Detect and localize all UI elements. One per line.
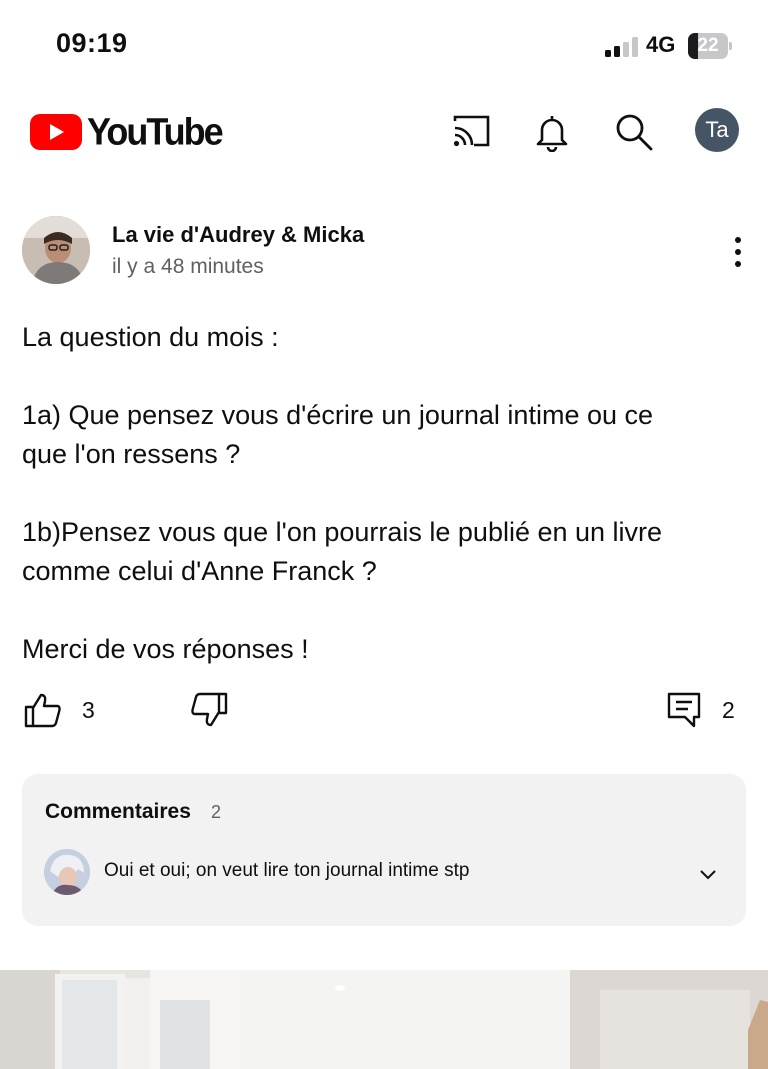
signal-icon	[605, 37, 638, 57]
next-post-image[interactable]	[0, 970, 768, 1069]
battery-level: 22	[697, 35, 719, 56]
logo-text: YouTube	[87, 109, 224, 153]
channel-avatar[interactable]	[22, 216, 90, 284]
post-text-line: 1a) Que pensez vous d'écrire un journal …	[22, 400, 654, 430]
status-time: 09:19	[56, 28, 128, 58]
commenter-avatar	[44, 849, 90, 895]
comment-icon	[667, 692, 701, 728]
post-timestamp: il y a 48 minutes	[112, 255, 264, 278]
like-button[interactable]: 3	[24, 690, 95, 730]
top-comment-text: Oui et oui; on veut lire ton journal int…	[104, 860, 470, 881]
thumb-up-icon	[24, 693, 61, 728]
comments-count: 2	[211, 802, 222, 822]
chevron-down-icon[interactable]	[696, 862, 720, 886]
post-text-line: que l'on ressens ?	[22, 439, 241, 469]
battery-icon: 22	[688, 33, 734, 59]
more-options-icon[interactable]	[726, 234, 750, 270]
post-text-line: Merci de vos réponses !	[22, 634, 309, 664]
thumb-down-icon	[191, 692, 228, 727]
play-logo-icon	[30, 114, 82, 150]
comments-title: Commentaires	[45, 800, 191, 823]
post-text-line: La question du mois :	[22, 322, 279, 352]
dislike-button[interactable]	[190, 690, 228, 730]
cast-icon[interactable]	[452, 112, 492, 152]
comments-button[interactable]: 2	[666, 690, 735, 730]
search-icon[interactable]	[614, 112, 654, 152]
post-text-line: comme celui d'Anne Franck ?	[22, 556, 377, 586]
account-avatar[interactable]: Ta	[695, 108, 739, 152]
channel-name[interactable]: La vie d'Audrey & Micka	[112, 222, 364, 248]
youtube-logo[interactable]: YouTube	[30, 109, 224, 153]
comments-section[interactable]	[22, 774, 746, 926]
network-type: 4G	[646, 32, 676, 57]
bell-icon[interactable]	[532, 112, 572, 152]
like-count: 3	[82, 696, 95, 723]
post-text-line: 1b)Pensez vous que l'on pourrais le publ…	[22, 517, 663, 547]
comment-count: 2	[722, 696, 735, 723]
